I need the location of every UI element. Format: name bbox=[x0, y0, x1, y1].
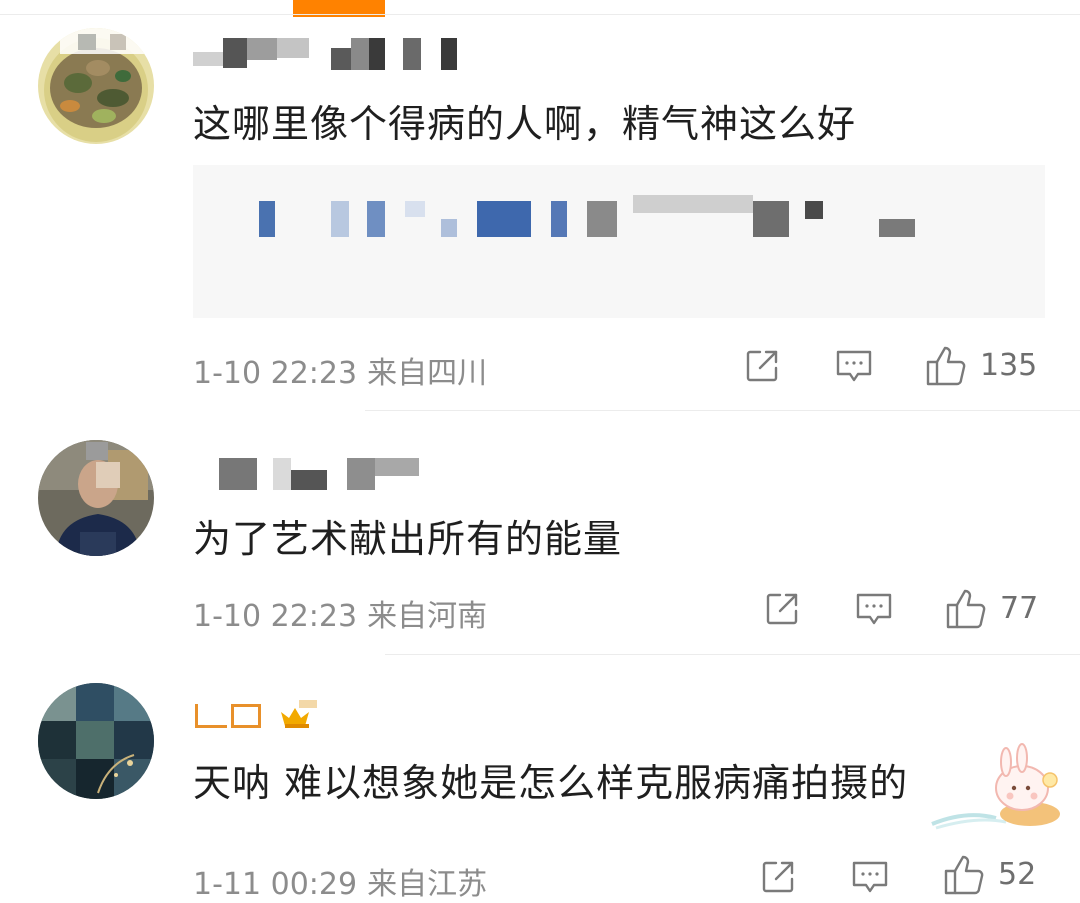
top-divider bbox=[0, 14, 1080, 15]
like-icon bbox=[926, 346, 966, 386]
comment-divider bbox=[365, 410, 1080, 411]
share-icon bbox=[762, 861, 794, 893]
like-count: 135 bbox=[980, 347, 1038, 383]
share-button[interactable] bbox=[742, 346, 782, 386]
like-icon bbox=[946, 589, 986, 629]
avatar[interactable] bbox=[38, 683, 154, 799]
avatar[interactable] bbox=[38, 440, 154, 556]
comment-text: 这哪里像个得病的人啊，精气神这么好 bbox=[193, 102, 857, 146]
username-obscured[interactable] bbox=[193, 696, 343, 734]
like-button[interactable]: 77 bbox=[944, 585, 1038, 631]
like-button[interactable]: 52 bbox=[942, 851, 1036, 897]
rabbit-sticker-icon bbox=[931, 743, 1060, 830]
comment-text: 为了艺术献出所有的能量 bbox=[193, 517, 623, 561]
like-count: 52 bbox=[998, 856, 1037, 892]
comment-text: 天呐 难以想象她是怎么样克服病痛拍摄的 bbox=[193, 761, 909, 805]
comment-time: 1-10 22:23 bbox=[193, 599, 358, 634]
comment-meta: 1-11 00:29 来自江苏 bbox=[193, 859, 487, 903]
share-button[interactable] bbox=[762, 589, 802, 629]
share-icon bbox=[746, 350, 778, 382]
share-icon bbox=[766, 593, 798, 625]
comment-icon bbox=[836, 350, 872, 382]
reply-button[interactable] bbox=[834, 346, 874, 386]
comment-icon bbox=[856, 593, 892, 625]
comment-divider bbox=[385, 654, 1080, 655]
username-obscured[interactable] bbox=[193, 456, 423, 494]
vip-crown-icon bbox=[281, 700, 317, 728]
comment-meta: 1-10 22:23 来自河南 bbox=[193, 591, 487, 635]
comment-location: 来自河南 bbox=[367, 599, 488, 634]
comment-meta: 1-10 22:23 来自四川 bbox=[193, 348, 487, 392]
username-obscured[interactable] bbox=[193, 34, 463, 72]
comment-icon bbox=[852, 861, 888, 893]
like-count: 77 bbox=[1000, 590, 1039, 626]
reply-button[interactable] bbox=[854, 589, 894, 629]
like-icon bbox=[944, 855, 984, 895]
share-button[interactable] bbox=[758, 857, 798, 897]
comment-location: 来自四川 bbox=[367, 356, 488, 391]
like-button[interactable]: 135 bbox=[924, 342, 1037, 388]
reply-button[interactable] bbox=[850, 857, 890, 897]
comment-time: 1-10 22:23 bbox=[193, 356, 358, 391]
avatar[interactable] bbox=[38, 28, 154, 144]
quoted-reply-obscured[interactable] bbox=[193, 165, 1045, 318]
